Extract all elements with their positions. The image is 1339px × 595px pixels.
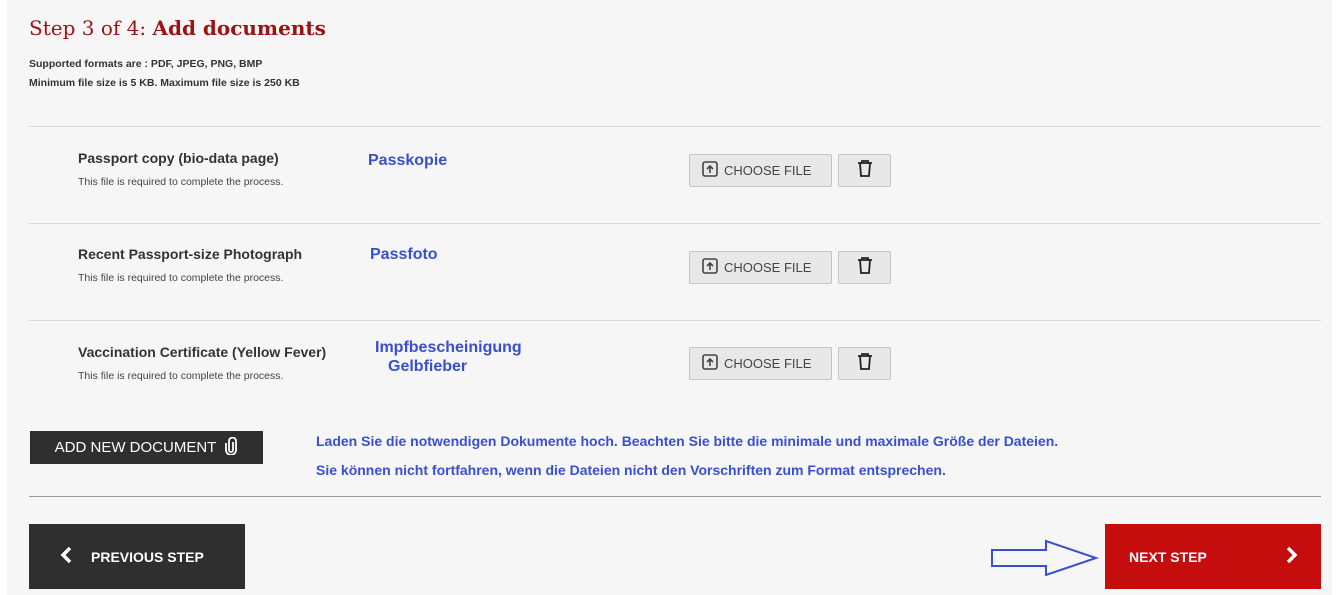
doc-note-passport: This file is required to complete the pr… xyxy=(78,176,284,188)
arrow-right-icon xyxy=(990,538,1100,583)
divider xyxy=(29,496,1321,497)
choose-file-button-passport[interactable]: CHOOSE FILE xyxy=(689,154,832,187)
delete-button-photo[interactable] xyxy=(838,251,891,284)
doc-note-vaccination: This file is required to complete the pr… xyxy=(78,370,284,382)
add-new-document-button[interactable]: ADD NEW DOCUMENT xyxy=(30,431,263,464)
doc-name-photo: Recent Passport-size Photograph xyxy=(78,246,303,262)
size-note: Minimum file size is 5 KB. Maximum file … xyxy=(29,77,300,89)
annotation-passkopie: Passkopie xyxy=(368,152,448,169)
choose-file-button-photo[interactable]: CHOOSE FILE xyxy=(689,251,832,284)
doc-name-vaccination: Vaccination Certificate (Yellow Fever) xyxy=(78,344,327,360)
divider xyxy=(29,223,1321,224)
divider xyxy=(29,320,1321,321)
info-text-line2: Sie können nicht fortfahren, wenn die Da… xyxy=(316,462,946,478)
previous-step-button[interactable]: PREVIOUS STEP xyxy=(29,524,245,589)
trash-icon xyxy=(857,256,873,279)
paperclip-icon xyxy=(224,436,238,459)
next-step-button[interactable]: NEXT STEP xyxy=(1105,524,1321,589)
annotation-passfoto: Passfoto xyxy=(370,246,438,263)
next-step-label: NEXT STEP xyxy=(1129,548,1207,565)
choose-file-label: CHOOSE FILE xyxy=(724,260,812,275)
chevron-right-icon xyxy=(1285,546,1299,567)
divider xyxy=(29,126,1321,127)
step-title: Add documents xyxy=(152,16,326,40)
upload-icon xyxy=(702,161,718,180)
add-new-document-label: ADD NEW DOCUMENT xyxy=(54,439,217,456)
annotation-impfbescheinigung: Impfbescheinigung xyxy=(375,339,522,356)
chevron-left-icon xyxy=(59,546,73,567)
doc-name-passport: Passport copy (bio-data page) xyxy=(78,150,279,166)
choose-file-label: CHOOSE FILE xyxy=(724,356,812,371)
upload-icon xyxy=(702,354,718,373)
info-text-line1: Laden Sie die notwendigen Dokumente hoch… xyxy=(316,433,1059,449)
annotation-gelbfieber: Gelbfieber xyxy=(388,358,468,375)
upload-icon xyxy=(702,258,718,277)
trash-icon xyxy=(857,159,873,182)
trash-icon xyxy=(857,352,873,375)
previous-step-label: PREVIOUS STEP xyxy=(91,548,204,565)
page-title: Step 3 of 4: Add documents xyxy=(29,16,326,40)
doc-note-photo: This file is required to complete the pr… xyxy=(78,272,284,284)
formats-note: Supported formats are : PDF, JPEG, PNG, … xyxy=(29,58,263,70)
form-panel xyxy=(7,0,1332,595)
step-prefix: Step 3 of 4: xyxy=(29,16,153,40)
choose-file-label: CHOOSE FILE xyxy=(724,163,812,178)
choose-file-button-vaccination[interactable]: CHOOSE FILE xyxy=(689,347,832,380)
delete-button-vaccination[interactable] xyxy=(838,347,891,380)
delete-button-passport[interactable] xyxy=(838,154,891,187)
